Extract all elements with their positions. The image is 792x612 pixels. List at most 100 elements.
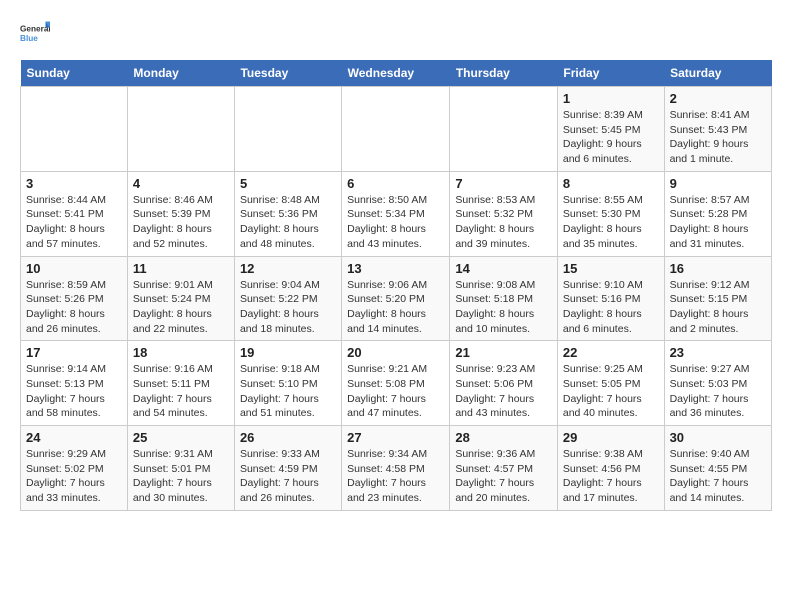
col-header-tuesday: Tuesday [234,60,341,87]
day-number: 1 [563,91,659,106]
day-number: 9 [670,176,766,191]
day-number: 5 [240,176,336,191]
calendar-cell: 29 Sunrise: 9:38 AM Sunset: 4:56 PM Dayli… [557,426,664,511]
col-header-saturday: Saturday [664,60,771,87]
calendar-cell: 28 Sunrise: 9:36 AM Sunset: 4:57 PM Dayli… [450,426,558,511]
day-detail: Sunrise: 9:33 AM Sunset: 4:59 PM Dayligh… [240,447,336,506]
logo: General Blue [20,20,50,50]
calendar-body: 1 Sunrise: 8:39 AM Sunset: 5:45 PM Daylig… [21,87,772,511]
day-detail: Sunrise: 8:46 AM Sunset: 5:39 PM Dayligh… [133,193,229,252]
col-header-thursday: Thursday [450,60,558,87]
calendar-cell: 4Sunrise: 8:46 AM Sunset: 5:39 PM Daylig… [127,171,234,256]
col-header-wednesday: Wednesday [342,60,450,87]
calendar-cell: 15 Sunrise: 9:10 AM Sunset: 5:16 PM Dayli… [557,256,664,341]
calendar-cell: 3 Sunrise: 8:44 AM Sunset: 5:41 PM Daylig… [21,171,128,256]
day-detail: Sunrise: 9:40 AM Sunset: 4:55 PM Dayligh… [670,447,766,506]
calendar-cell [21,87,128,172]
day-detail: Sunrise: 9:31 AM Sunset: 5:01 PM Dayligh… [133,447,229,506]
day-number: 24 [26,430,122,445]
calendar-cell: 16 Sunrise: 9:12 AM Sunset: 5:15 PM Dayli… [664,256,771,341]
calendar-cell: 12 Sunrise: 9:04 AM Sunset: 5:22 PM Dayli… [234,256,341,341]
calendar-cell [342,87,450,172]
day-number: 18 [133,345,229,360]
calendar-cell: 9 Sunrise: 8:57 AM Sunset: 5:28 PM Daylig… [664,171,771,256]
col-header-monday: Monday [127,60,234,87]
day-detail: Sunrise: 9:06 AM Sunset: 5:20 PM Dayligh… [347,278,444,337]
calendar-week-2: 3 Sunrise: 8:44 AM Sunset: 5:41 PM Daylig… [21,171,772,256]
day-number: 13 [347,261,444,276]
day-detail: Sunrise: 8:50 AM Sunset: 5:34 PM Dayligh… [347,193,444,252]
day-detail: Sunrise: 9:27 AM Sunset: 5:03 PM Dayligh… [670,362,766,421]
calendar-cell: 30 Sunrise: 9:40 AM Sunset: 4:55 PM Dayli… [664,426,771,511]
calendar-cell: 21Sunrise: 9:23 AM Sunset: 5:06 PM Dayli… [450,341,558,426]
calendar-cell: 14Sunrise: 9:08 AM Sunset: 5:18 PM Dayli… [450,256,558,341]
calendar-cell: 1 Sunrise: 8:39 AM Sunset: 5:45 PM Daylig… [557,87,664,172]
day-number: 21 [455,345,552,360]
day-number: 27 [347,430,444,445]
day-number: 19 [240,345,336,360]
day-detail: Sunrise: 9:12 AM Sunset: 5:15 PM Dayligh… [670,278,766,337]
day-number: 30 [670,430,766,445]
calendar-cell: 2 Sunrise: 8:41 AM Sunset: 5:43 PM Daylig… [664,87,771,172]
calendar-cell: 24Sunrise: 9:29 AM Sunset: 5:02 PM Dayli… [21,426,128,511]
day-detail: Sunrise: 9:04 AM Sunset: 5:22 PM Dayligh… [240,278,336,337]
calendar-cell: 22Sunrise: 9:25 AM Sunset: 5:05 PM Dayli… [557,341,664,426]
day-detail: Sunrise: 9:14 AM Sunset: 5:13 PM Dayligh… [26,362,122,421]
calendar-cell: 7Sunrise: 8:53 AM Sunset: 5:32 PM Daylig… [450,171,558,256]
day-detail: Sunrise: 9:25 AM Sunset: 5:05 PM Dayligh… [563,362,659,421]
day-number: 12 [240,261,336,276]
day-number: 29 [563,430,659,445]
day-number: 16 [670,261,766,276]
day-number: 17 [26,345,122,360]
day-detail: Sunrise: 9:34 AM Sunset: 4:58 PM Dayligh… [347,447,444,506]
calendar-cell: 23Sunrise: 9:27 AM Sunset: 5:03 PM Dayli… [664,341,771,426]
calendar-table: SundayMondayTuesdayWednesdayThursdayFrid… [20,60,772,511]
day-detail: Sunrise: 8:57 AM Sunset: 5:28 PM Dayligh… [670,193,766,252]
day-number: 15 [563,261,659,276]
day-number: 2 [670,91,766,106]
day-detail: Sunrise: 8:59 AM Sunset: 5:26 PM Dayligh… [26,278,122,337]
day-number: 20 [347,345,444,360]
calendar-cell: 26 Sunrise: 9:33 AM Sunset: 4:59 PM Dayli… [234,426,341,511]
logo-icon: General Blue [20,20,50,50]
day-detail: Sunrise: 8:53 AM Sunset: 5:32 PM Dayligh… [455,193,552,252]
col-header-sunday: Sunday [21,60,128,87]
day-number: 6 [347,176,444,191]
calendar-cell: 18Sunrise: 9:16 AM Sunset: 5:11 PM Dayli… [127,341,234,426]
calendar-cell: 20Sunrise: 9:21 AM Sunset: 5:08 PM Dayli… [342,341,450,426]
day-detail: Sunrise: 9:38 AM Sunset: 4:56 PM Dayligh… [563,447,659,506]
calendar-cell: 11Sunrise: 9:01 AM Sunset: 5:24 PM Dayli… [127,256,234,341]
day-number: 8 [563,176,659,191]
day-detail: Sunrise: 8:41 AM Sunset: 5:43 PM Dayligh… [670,108,766,167]
calendar-cell: 10 Sunrise: 8:59 AM Sunset: 5:26 PM Dayli… [21,256,128,341]
calendar-cell: 25 Sunrise: 9:31 AM Sunset: 5:01 PM Dayli… [127,426,234,511]
day-number: 3 [26,176,122,191]
day-detail: Sunrise: 8:55 AM Sunset: 5:30 PM Dayligh… [563,193,659,252]
day-number: 14 [455,261,552,276]
day-detail: Sunrise: 9:18 AM Sunset: 5:10 PM Dayligh… [240,362,336,421]
col-header-friday: Friday [557,60,664,87]
calendar-cell: 6 Sunrise: 8:50 AM Sunset: 5:34 PM Daylig… [342,171,450,256]
day-detail: Sunrise: 8:48 AM Sunset: 5:36 PM Dayligh… [240,193,336,252]
calendar-cell: 8 Sunrise: 8:55 AM Sunset: 5:30 PM Daylig… [557,171,664,256]
calendar-cell: 13 Sunrise: 9:06 AM Sunset: 5:20 PM Dayli… [342,256,450,341]
day-number: 25 [133,430,229,445]
day-detail: Sunrise: 9:10 AM Sunset: 5:16 PM Dayligh… [563,278,659,337]
calendar-cell: 17 Sunrise: 9:14 AM Sunset: 5:13 PM Dayli… [21,341,128,426]
day-detail: Sunrise: 9:01 AM Sunset: 5:24 PM Dayligh… [133,278,229,337]
calendar-cell: 27 Sunrise: 9:34 AM Sunset: 4:58 PM Dayli… [342,426,450,511]
day-detail: Sunrise: 8:39 AM Sunset: 5:45 PM Dayligh… [563,108,659,167]
svg-text:Blue: Blue [20,34,38,43]
calendar-header-row: SundayMondayTuesdayWednesdayThursdayFrid… [21,60,772,87]
day-number: 10 [26,261,122,276]
calendar-cell [127,87,234,172]
calendar-cell [234,87,341,172]
calendar-week-4: 17 Sunrise: 9:14 AM Sunset: 5:13 PM Dayli… [21,341,772,426]
day-number: 26 [240,430,336,445]
day-detail: Sunrise: 9:36 AM Sunset: 4:57 PM Dayligh… [455,447,552,506]
calendar-cell: 5 Sunrise: 8:48 AM Sunset: 5:36 PM Daylig… [234,171,341,256]
day-detail: Sunrise: 8:44 AM Sunset: 5:41 PM Dayligh… [26,193,122,252]
day-number: 28 [455,430,552,445]
calendar-week-3: 10 Sunrise: 8:59 AM Sunset: 5:26 PM Dayli… [21,256,772,341]
calendar-cell [450,87,558,172]
